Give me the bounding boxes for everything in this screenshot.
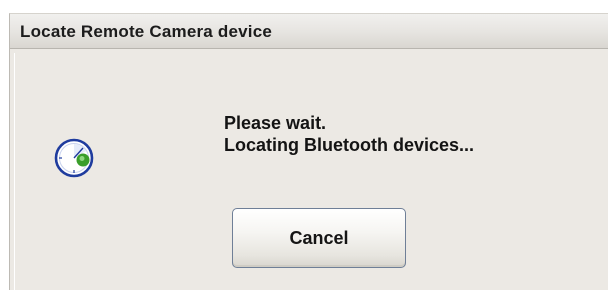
content-edge (14, 53, 19, 290)
cancel-button[interactable]: Cancel (232, 208, 406, 268)
dialog-title: Locate Remote Camera device (20, 22, 273, 41)
status-message: Please wait. Locating Bluetooth devices.… (224, 112, 474, 156)
bluetooth-search-icon (52, 136, 96, 180)
message-line-1: Please wait. (224, 113, 327, 133)
screen: Locate Remote Camera device Please wait. (0, 0, 608, 290)
dialog-content: Please wait. Locating Bluetooth devices.… (10, 50, 608, 290)
title-bar[interactable]: Locate Remote Camera device (10, 14, 608, 49)
message-line-2: Locating Bluetooth devices... (224, 135, 475, 155)
locate-camera-dialog: Locate Remote Camera device Please wait. (9, 13, 608, 290)
